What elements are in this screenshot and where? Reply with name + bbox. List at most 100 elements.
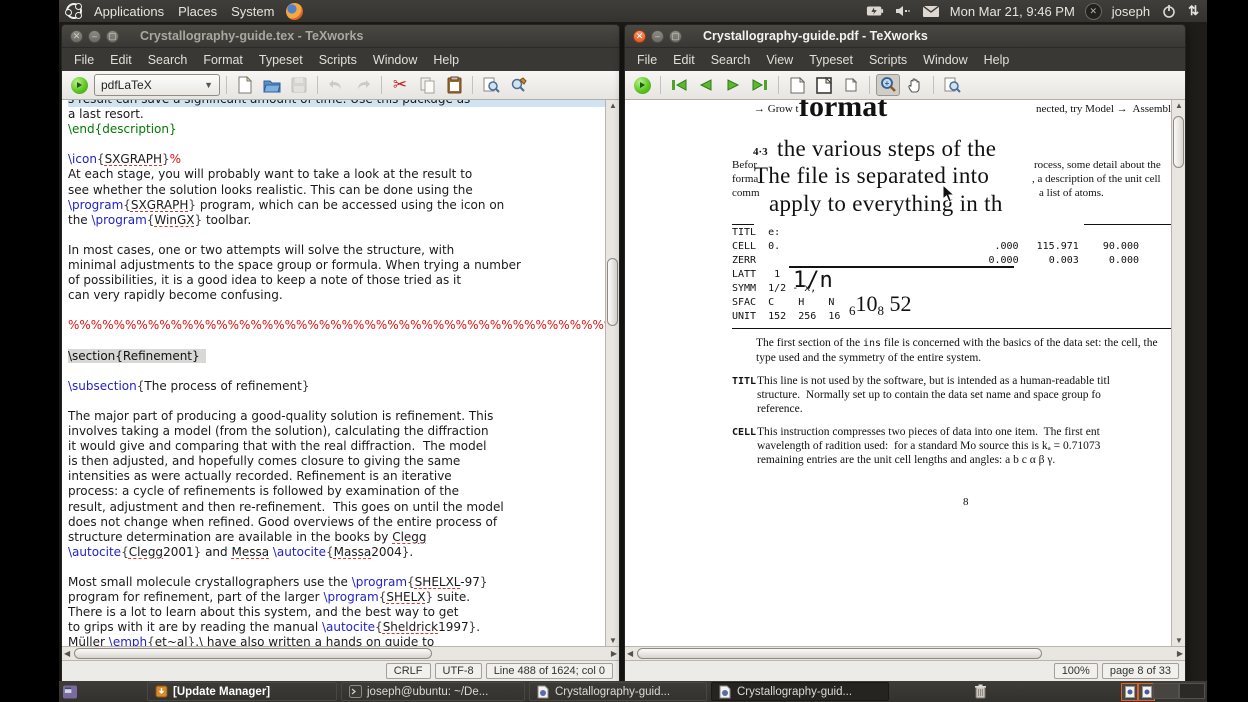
- encoding-indicator[interactable]: UTF-8: [435, 663, 482, 679]
- zoom-indicator[interactable]: 100%: [1054, 663, 1098, 679]
- maximize-button[interactable]: ▢: [669, 30, 682, 43]
- svg-text:+: +: [885, 79, 890, 88]
- trash-icon[interactable]: [973, 684, 987, 698]
- updown-arrows-icon[interactable]: ⇅: [1188, 3, 1199, 19]
- typeset-button[interactable]: [67, 74, 91, 96]
- menu-scripts[interactable]: Scripts: [861, 50, 915, 70]
- menu-search[interactable]: Search: [703, 50, 759, 70]
- hand-tool-icon[interactable]: [903, 74, 927, 96]
- pdf-text-fragment: Befor: [732, 159, 757, 171]
- menu-format[interactable]: Format: [195, 50, 251, 70]
- editor-line: \end{description}: [68, 122, 605, 137]
- copy-icon[interactable]: [415, 74, 439, 96]
- window-selector-icon[interactable]: [63, 685, 77, 699]
- typeset-tool-select[interactable]: pdfLaTeX▼: [94, 74, 220, 96]
- next-page-icon[interactable]: [721, 74, 745, 96]
- menu-typeset[interactable]: Typeset: [801, 50, 861, 70]
- panel-menu-places[interactable]: Places: [171, 2, 224, 21]
- line-ending-indicator[interactable]: CRLF: [386, 663, 431, 679]
- close-button[interactable]: ✕: [633, 30, 646, 43]
- page-number: 8: [963, 496, 969, 508]
- panel-menu-system[interactable]: System: [224, 2, 281, 21]
- menu-edit[interactable]: Edit: [665, 50, 703, 70]
- replace-icon[interactable]: [506, 74, 530, 96]
- paste-icon[interactable]: [442, 74, 466, 96]
- menu-view[interactable]: View: [758, 50, 801, 70]
- power-icon[interactable]: [1160, 2, 1178, 20]
- user-status-icon[interactable]: ✕: [1085, 3, 1102, 20]
- open-file-icon[interactable]: [260, 74, 284, 96]
- magnified-fraction: 1/n: [793, 268, 833, 293]
- mail-icon[interactable]: [922, 2, 940, 20]
- pdf-definition-item: CELLThis instruction compresses two piec…: [732, 425, 1171, 467]
- find-icon[interactable]: [479, 74, 503, 96]
- pdf-titlebar[interactable]: ✕ – ▢ Crystallography-guide.pdf - TeXwor…: [625, 25, 1185, 48]
- ins-row: CELL 0..000 115.971 90.000: [732, 241, 1139, 255]
- minimize-button[interactable]: –: [88, 30, 101, 43]
- fit-window-icon[interactable]: [839, 74, 863, 96]
- actual-size-icon[interactable]: [812, 74, 836, 96]
- page-indicator[interactable]: page 8 of 33: [1102, 663, 1179, 679]
- menu-help[interactable]: Help: [976, 50, 1018, 70]
- new-file-icon[interactable]: [233, 74, 257, 96]
- undo-icon[interactable]: [324, 74, 348, 96]
- magnified-line: apply to everything in th: [769, 191, 1003, 217]
- menu-help[interactable]: Help: [425, 50, 467, 70]
- menu-search[interactable]: Search: [140, 50, 196, 70]
- ins-row: SFAC C H N: [732, 297, 1139, 311]
- redo-icon[interactable]: [351, 74, 375, 96]
- taskbar-item-label: joseph@ubuntu: ~/De...: [367, 686, 488, 698]
- source-editor[interactable]: s result can save a significant amount o…: [62, 100, 605, 646]
- source-toolbar: pdfLaTeX▼ ✂: [62, 71, 619, 100]
- section-number: 4·3: [753, 146, 768, 158]
- close-button[interactable]: ✕: [70, 30, 83, 43]
- top-panel: ApplicationsPlacesSystem Mon Mar 21, 9:4…: [59, 0, 1207, 22]
- user-menu[interactable]: joseph: [1112, 4, 1150, 19]
- menu-edit[interactable]: Edit: [102, 50, 140, 70]
- taskbar-item[interactable]: joseph@ubuntu: ~/De...: [341, 682, 525, 701]
- previous-page-icon[interactable]: [694, 74, 718, 96]
- maximize-button[interactable]: ▢: [106, 30, 119, 43]
- clock[interactable]: Mon Mar 21, 9:46 PM: [950, 4, 1075, 19]
- pdf-vertical-scrollbar[interactable]: ▲ ▼: [1171, 100, 1185, 646]
- cut-icon[interactable]: ✂: [388, 74, 412, 96]
- source-vertical-scrollbar[interactable]: ▲ ▼: [605, 100, 619, 646]
- ubuntu-logo-icon[interactable]: [65, 2, 83, 20]
- menu-window[interactable]: Window: [915, 50, 975, 70]
- firefox-icon[interactable]: [285, 2, 303, 20]
- fit-width-icon[interactable]: [785, 74, 809, 96]
- typeset-button[interactable]: [630, 74, 654, 96]
- first-page-icon[interactable]: [667, 74, 691, 96]
- panel-menu-applications[interactable]: Applications: [87, 2, 171, 21]
- taskbar-item[interactable]: [Update Manager]: [147, 682, 337, 701]
- menu-file[interactable]: File: [66, 50, 102, 70]
- notification-doc-icon[interactable]: [1121, 683, 1138, 701]
- editor-line: [68, 228, 605, 243]
- source-titlebar[interactable]: ✕ – ▢ Crystallography-guide.tex - TeXwor…: [62, 25, 619, 48]
- minimize-button[interactable]: –: [651, 30, 664, 43]
- magnifier-tool-icon[interactable]: +: [876, 74, 900, 96]
- editor-line: \subsection{The process of refinement}: [68, 379, 605, 394]
- source-horizontal-scrollbar[interactable]: ◀ ▶: [62, 646, 619, 660]
- menu-typeset[interactable]: Typeset: [251, 50, 311, 70]
- taskbar-item[interactable]: Crystallography-guid...: [529, 682, 707, 701]
- volume-icon[interactable]: [894, 2, 912, 20]
- texworks-pdf-window: ✕ – ▢ Crystallography-guide.pdf - TeXwor…: [624, 24, 1186, 682]
- magnified-heading: format: [799, 100, 887, 124]
- pdf-text-fragment: , a description of the unit cell: [1032, 173, 1161, 185]
- pdf-horizontal-scrollbar[interactable]: ◀ ▶: [625, 646, 1185, 660]
- table-rule: [732, 224, 754, 225]
- menu-file[interactable]: File: [629, 50, 665, 70]
- menu-scripts[interactable]: Scripts: [311, 50, 365, 70]
- battery-icon[interactable]: [866, 2, 884, 20]
- find-icon[interactable]: [940, 74, 964, 96]
- taskbar-item[interactable]: Crystallography-guid...: [711, 682, 889, 701]
- save-icon[interactable]: [287, 74, 311, 96]
- pdf-viewport[interactable]: → Grow t format nected, try Model → Asse…: [625, 100, 1171, 646]
- menu-window[interactable]: Window: [365, 50, 425, 70]
- last-page-icon[interactable]: [748, 74, 772, 96]
- workspace-switcher[interactable]: [1153, 683, 1205, 699]
- desktop: ApplicationsPlacesSystem Mon Mar 21, 9:4…: [59, 0, 1207, 702]
- cursor-position-indicator: Line 488 of 1624; col 0: [486, 663, 613, 679]
- editor-line: involves taking a model (from the soluti…: [68, 424, 605, 439]
